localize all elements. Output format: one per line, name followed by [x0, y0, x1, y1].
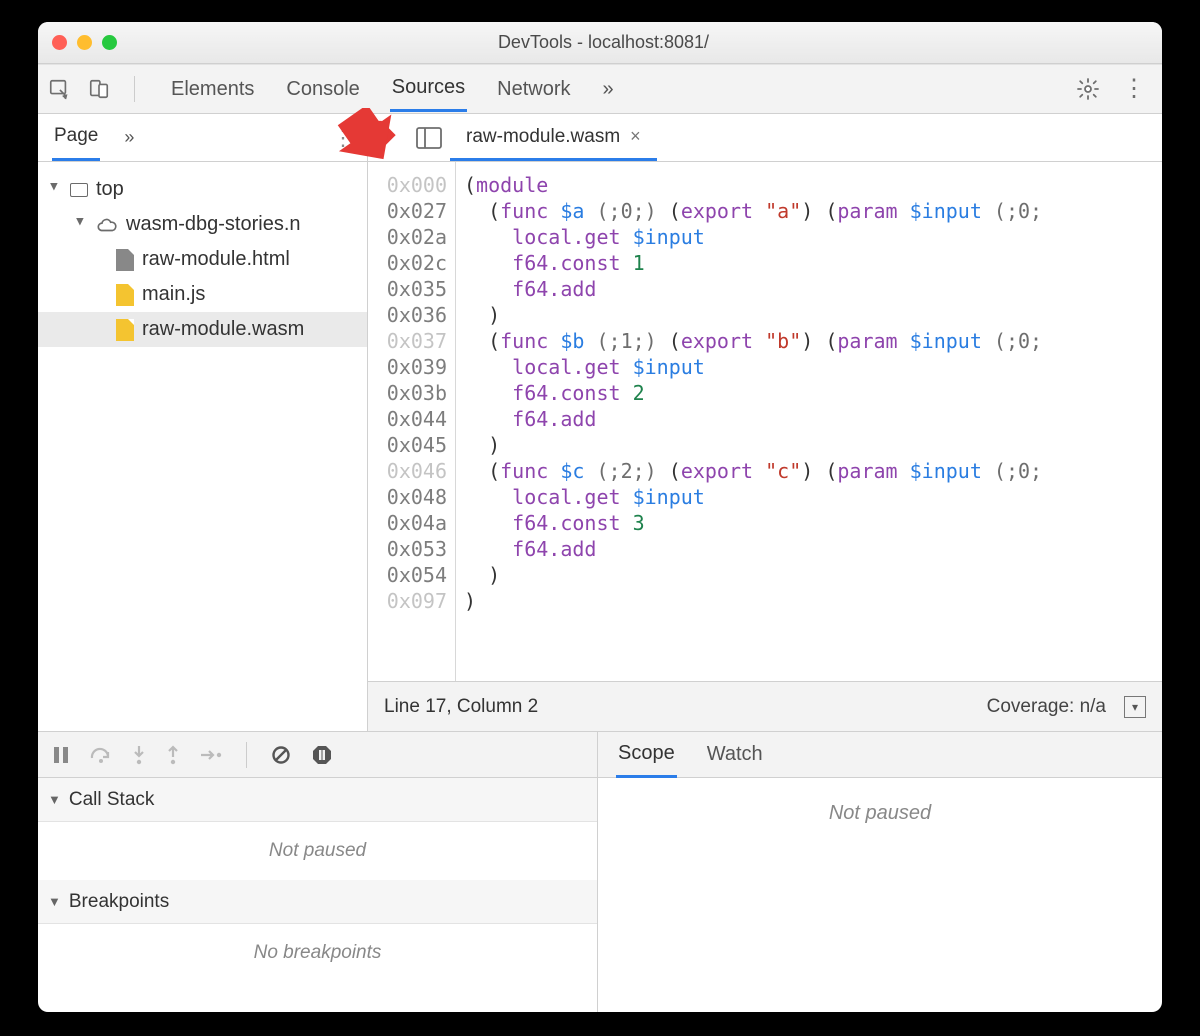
pause-icon[interactable] — [52, 746, 70, 764]
window-controls — [52, 35, 117, 50]
sources-panel: Page » ⋮ top wasm-dbg-stories.n — [38, 114, 1162, 732]
close-tab-icon[interactable]: × — [630, 126, 641, 147]
inspect-element-icon[interactable] — [48, 78, 70, 100]
step-into-icon[interactable] — [132, 745, 146, 765]
tab-console[interactable]: Console — [284, 68, 361, 111]
main-toolbar: Elements Console Sources Network » ⋮ — [38, 64, 1162, 114]
tab-elements[interactable]: Elements — [169, 68, 256, 111]
navigator-tabs: Page » ⋮ — [38, 114, 367, 162]
deactivate-breakpoints-icon[interactable] — [271, 745, 291, 765]
panel-tabs: Elements Console Sources Network » — [169, 66, 1058, 112]
disclosure-triangle-icon[interactable]: ▼ — [48, 894, 61, 909]
settings-gear-icon[interactable] — [1076, 77, 1100, 101]
editor-tab[interactable]: raw-module.wasm × — [450, 115, 657, 161]
tab-scope[interactable]: Scope — [616, 732, 677, 778]
step-icon[interactable] — [200, 748, 222, 762]
debugger-right-tabs: Scope Watch — [598, 732, 1162, 778]
editor-tab-title: raw-module.wasm — [466, 126, 620, 148]
annotation-arrow-icon — [332, 108, 402, 178]
tab-watch[interactable]: Watch — [705, 733, 765, 776]
device-toolbar-icon[interactable] — [88, 78, 110, 100]
file-icon — [116, 319, 134, 341]
file-tree: top wasm-dbg-stories.n raw-module.html m… — [38, 162, 367, 357]
disclosure-triangle-icon[interactable] — [48, 178, 62, 201]
statusbar-caret-icon[interactable]: ▾ — [1124, 696, 1146, 718]
tab-sources[interactable]: Sources — [390, 66, 467, 112]
disclosure-triangle-icon[interactable] — [74, 213, 88, 236]
navigator-tab-page[interactable]: Page — [52, 114, 100, 161]
step-over-icon[interactable] — [90, 746, 112, 764]
breakpoints-header[interactable]: ▼ Breakpoints — [38, 880, 597, 924]
tree-domain-label: wasm-dbg-stories.n — [126, 213, 301, 236]
editor-tabs: raw-module.wasm × — [368, 114, 1162, 162]
navigator-sidebar: Page » ⋮ top wasm-dbg-stories.n — [38, 114, 368, 731]
code-editor[interactable]: 0x0000x0270x02a0x02c0x0350x0360x0370x039… — [368, 162, 1162, 681]
minimize-window-button[interactable] — [77, 35, 92, 50]
close-window-button[interactable] — [52, 35, 67, 50]
breakpoints-body: No breakpoints — [38, 924, 597, 982]
editor-pane: raw-module.wasm × 0x0000x0270x02a0x02c0x… — [368, 114, 1162, 731]
debugger-right: Scope Watch Not paused — [598, 732, 1162, 1012]
tree-file-label: raw-module.wasm — [142, 318, 304, 341]
tree-file-row[interactable]: raw-module.html — [38, 242, 367, 277]
disclosure-triangle-icon[interactable]: ▼ — [48, 792, 61, 807]
tree-top-frame[interactable]: top — [38, 172, 367, 207]
gutter[interactable]: 0x0000x0270x02a0x02c0x0350x0360x0370x039… — [368, 162, 456, 681]
tree-top-label: top — [96, 178, 124, 201]
window-title: DevTools - localhost:8081/ — [127, 32, 1080, 53]
callstack-header[interactable]: ▼ Call Stack — [38, 778, 597, 822]
callstack-body: Not paused — [38, 822, 597, 880]
tree-file-label: main.js — [142, 283, 205, 306]
tab-network[interactable]: Network — [495, 68, 572, 111]
toolbar-separator — [246, 742, 247, 768]
toolbar-separator — [134, 76, 135, 102]
debugger-toolbar — [38, 732, 597, 778]
file-icon — [116, 284, 134, 306]
cursor-position: Line 17, Column 2 — [384, 696, 538, 718]
cloud-icon — [96, 217, 118, 233]
code-content[interactable]: (module (func $a (;0;) (export "a") (par… — [456, 162, 1162, 681]
navigator-tabs-overflow[interactable]: » — [124, 127, 134, 148]
zoom-window-button[interactable] — [102, 35, 117, 50]
titlebar: DevTools - localhost:8081/ — [38, 22, 1162, 64]
scope-body: Not paused — [598, 778, 1162, 1012]
editor-statusbar: Line 17, Column 2 Coverage: n/a ▾ — [368, 681, 1162, 731]
debugger-panel: ▼ Call Stack Not paused ▼ Breakpoints No… — [38, 732, 1162, 1012]
panel-tabs-overflow[interactable]: » — [601, 68, 616, 111]
step-out-icon[interactable] — [166, 745, 180, 765]
devtools-window: DevTools - localhost:8081/ Elements Cons… — [38, 22, 1162, 1012]
file-icon — [116, 249, 134, 271]
pause-on-exceptions-icon[interactable] — [311, 744, 333, 766]
debugger-left: ▼ Call Stack Not paused ▼ Breakpoints No… — [38, 732, 598, 1012]
tree-file-label: raw-module.html — [142, 248, 290, 271]
breakpoints-title: Breakpoints — [69, 891, 169, 913]
callstack-title: Call Stack — [69, 789, 155, 811]
tree-file-row[interactable]: raw-module.wasm — [38, 312, 367, 347]
coverage-status: Coverage: n/a — [987, 696, 1106, 718]
toggle-navigator-icon[interactable] — [408, 114, 450, 161]
tree-file-row[interactable]: main.js — [38, 277, 367, 312]
tree-domain[interactable]: wasm-dbg-stories.n — [38, 207, 367, 242]
frame-icon — [70, 183, 88, 197]
